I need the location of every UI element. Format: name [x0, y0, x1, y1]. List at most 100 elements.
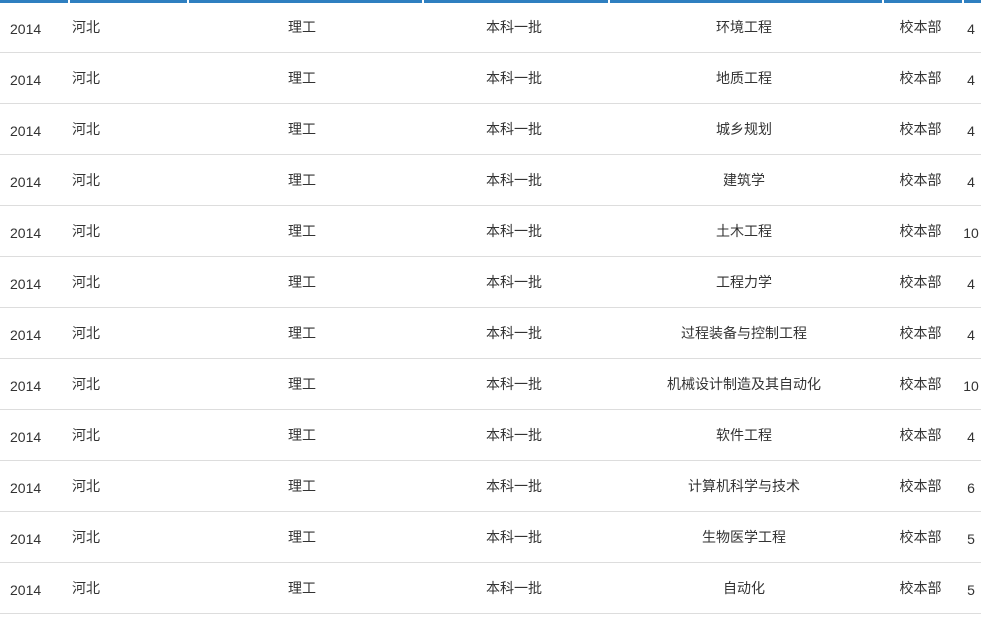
- category-cell: 理工: [184, 409, 420, 461]
- year-value: 2014: [10, 20, 42, 37]
- campus-cell: 校本部: [880, 460, 961, 512]
- count-value: 5: [967, 530, 975, 547]
- year-value: 2014: [10, 71, 42, 88]
- category-cell: 理工: [184, 307, 420, 359]
- count-cell: 6: [961, 460, 981, 512]
- count-value: 4: [967, 71, 975, 88]
- campus-cell: 校本部: [880, 2, 961, 53]
- count-value: 4: [967, 122, 975, 139]
- campus-cell: 校本部: [880, 358, 961, 410]
- table-row: 2014 河北 理工 本科一批 建筑学 校本部 4: [0, 154, 981, 206]
- year-cell: 2014: [0, 460, 68, 512]
- year-cell: 2014: [0, 358, 68, 410]
- major-cell: 自动化: [608, 562, 880, 614]
- year-value: 2014: [10, 122, 42, 139]
- batch-cell: 本科一批: [420, 52, 608, 104]
- year-cell: 2014: [0, 103, 68, 155]
- admission-plan-table: 2014 河北 理工 本科一批 环境工程 校本部 4 2014 河北 理工 本科…: [0, 2, 981, 614]
- table-row: 2014 河北 理工 本科一批 生物医学工程 校本部 5: [0, 511, 981, 563]
- table-row: 2014 河北 理工 本科一批 自动化 校本部 5: [0, 562, 981, 614]
- batch-cell: 本科一批: [420, 307, 608, 359]
- count-cell: 4: [961, 409, 981, 461]
- year-cell: 2014: [0, 52, 68, 104]
- batch-cell: 本科一批: [420, 511, 608, 563]
- campus-cell: 校本部: [880, 205, 961, 257]
- province-cell: 河北: [68, 154, 184, 206]
- count-value: 6: [967, 479, 975, 496]
- year-value: 2014: [10, 530, 42, 547]
- count-value: 4: [967, 173, 975, 190]
- province-cell: 河北: [68, 307, 184, 359]
- province-cell: 河北: [68, 205, 184, 257]
- year-cell: 2014: [0, 562, 68, 614]
- count-value: 5: [967, 581, 975, 598]
- year-value: 2014: [10, 224, 42, 241]
- batch-cell: 本科一批: [420, 562, 608, 614]
- major-cell: 过程装备与控制工程: [608, 307, 880, 359]
- count-value: 4: [967, 428, 975, 445]
- province-cell: 河北: [68, 358, 184, 410]
- count-value: 10: [963, 224, 979, 241]
- province-cell: 河北: [68, 511, 184, 563]
- major-cell: 计算机科学与技术: [608, 460, 880, 512]
- count-cell: 5: [961, 511, 981, 563]
- count-cell: 10: [961, 358, 981, 410]
- count-cell: 4: [961, 103, 981, 155]
- table-body: 2014 河北 理工 本科一批 环境工程 校本部 4 2014 河北 理工 本科…: [0, 2, 981, 614]
- count-value: 4: [967, 326, 975, 343]
- year-cell: 2014: [0, 2, 68, 53]
- major-cell: 建筑学: [608, 154, 880, 206]
- major-cell: 城乡规划: [608, 103, 880, 155]
- table-row: 2014 河北 理工 本科一批 机械设计制造及其自动化 校本部 10: [0, 358, 981, 410]
- major-cell: 土木工程: [608, 205, 880, 257]
- campus-cell: 校本部: [880, 562, 961, 614]
- table-row: 2014 河北 理工 本科一批 工程力学 校本部 4: [0, 256, 981, 308]
- category-cell: 理工: [184, 460, 420, 512]
- year-value: 2014: [10, 173, 42, 190]
- province-cell: 河北: [68, 409, 184, 461]
- year-cell: 2014: [0, 409, 68, 461]
- admission-plan-table-container: 2014 河北 理工 本科一批 环境工程 校本部 4 2014 河北 理工 本科…: [0, 2, 981, 614]
- table-row: 2014 河北 理工 本科一批 软件工程 校本部 4: [0, 409, 981, 461]
- year-cell: 2014: [0, 205, 68, 257]
- category-cell: 理工: [184, 205, 420, 257]
- category-cell: 理工: [184, 358, 420, 410]
- campus-cell: 校本部: [880, 103, 961, 155]
- category-cell: 理工: [184, 562, 420, 614]
- province-cell: 河北: [68, 2, 184, 53]
- table-row: 2014 河北 理工 本科一批 过程装备与控制工程 校本部 4: [0, 307, 981, 359]
- table-row: 2014 河北 理工 本科一批 城乡规划 校本部 4: [0, 103, 981, 155]
- campus-cell: 校本部: [880, 511, 961, 563]
- campus-cell: 校本部: [880, 154, 961, 206]
- table-row: 2014 河北 理工 本科一批 计算机科学与技术 校本部 6: [0, 460, 981, 512]
- campus-cell: 校本部: [880, 52, 961, 104]
- year-value: 2014: [10, 581, 42, 598]
- campus-cell: 校本部: [880, 256, 961, 308]
- year-value: 2014: [10, 326, 42, 343]
- count-value: 10: [963, 377, 979, 394]
- table-row: 2014 河北 理工 本科一批 环境工程 校本部 4: [0, 2, 981, 53]
- major-cell: 软件工程: [608, 409, 880, 461]
- major-cell: 生物医学工程: [608, 511, 880, 563]
- province-cell: 河北: [68, 460, 184, 512]
- batch-cell: 本科一批: [420, 409, 608, 461]
- campus-cell: 校本部: [880, 409, 961, 461]
- major-cell: 地质工程: [608, 52, 880, 104]
- year-cell: 2014: [0, 256, 68, 308]
- batch-cell: 本科一批: [420, 358, 608, 410]
- year-cell: 2014: [0, 511, 68, 563]
- year-cell: 2014: [0, 307, 68, 359]
- category-cell: 理工: [184, 256, 420, 308]
- province-cell: 河北: [68, 52, 184, 104]
- year-value: 2014: [10, 479, 42, 496]
- year-value: 2014: [10, 377, 42, 394]
- count-cell: 4: [961, 154, 981, 206]
- count-cell: 5: [961, 562, 981, 614]
- province-cell: 河北: [68, 562, 184, 614]
- year-value: 2014: [10, 428, 42, 445]
- major-cell: 环境工程: [608, 2, 880, 53]
- count-cell: 4: [961, 2, 981, 53]
- table-row: 2014 河北 理工 本科一批 地质工程 校本部 4: [0, 52, 981, 104]
- batch-cell: 本科一批: [420, 103, 608, 155]
- table-row: 2014 河北 理工 本科一批 土木工程 校本部 10: [0, 205, 981, 257]
